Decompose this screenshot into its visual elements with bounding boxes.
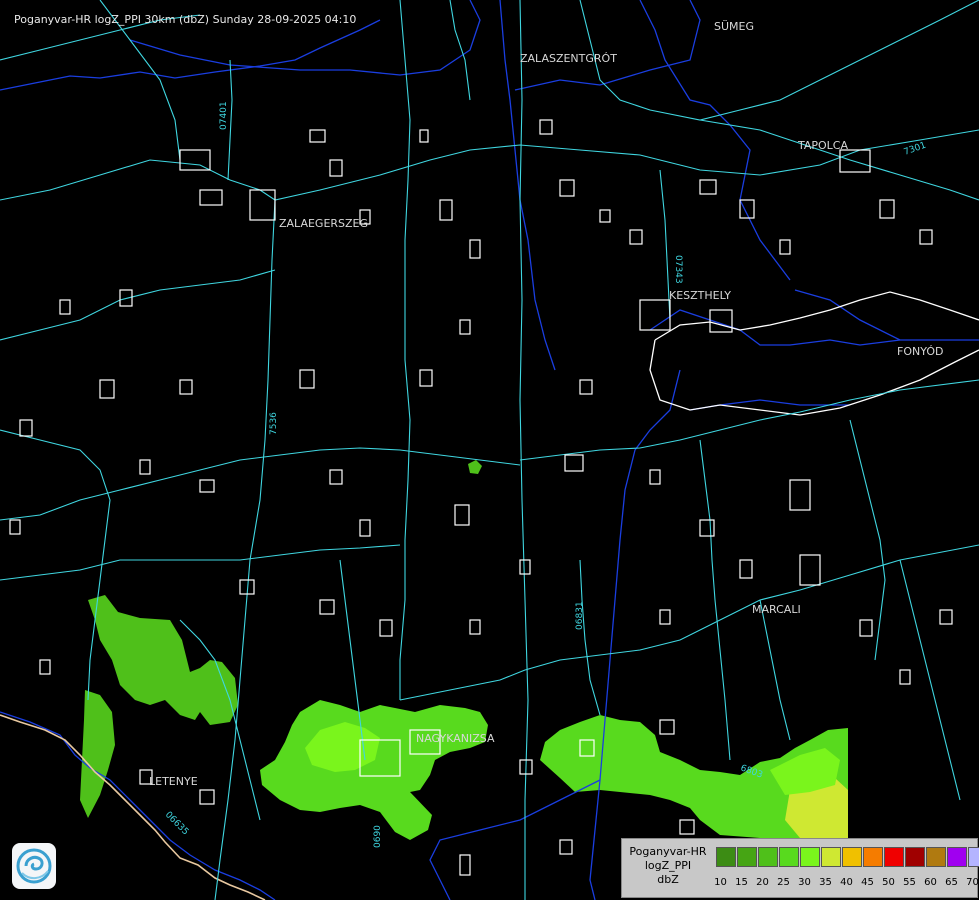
city-label-zalaszentgrot: ZALASZENTGRÓT	[520, 52, 617, 65]
legend-title-line3: dbZ	[657, 873, 679, 886]
svg-text:7301: 7301	[903, 141, 928, 158]
legend-tick-10: 10	[714, 877, 727, 888]
legend-tick-65: 65	[945, 877, 958, 888]
city-label-zalaegerszeg: ZALAEGERSZEG	[279, 217, 369, 230]
city-label-fonyod: FONYÓD	[897, 345, 944, 358]
svg-text:07401: 07401	[219, 101, 229, 130]
legend-tick-35: 35	[819, 877, 832, 888]
city-label-sumeg: SÜMEG	[714, 20, 754, 33]
road-numbers: 07401 7536 07343 06831 0690 06635 6803 7…	[163, 101, 928, 848]
legend-tick-55: 55	[903, 877, 916, 888]
legend-swatch-50	[884, 847, 904, 867]
legend-tick-60: 60	[924, 877, 937, 888]
city-label-marcali: MARCALI	[752, 603, 801, 616]
legend-swatch-40	[842, 847, 862, 867]
radar-map-view: 07401 7536 07343 06831 0690 06635 6803 7…	[0, 0, 979, 900]
city-label-nagykanizsa: NAGYKANIZSA	[416, 732, 495, 745]
city-label-letenye: LETENYE	[149, 775, 198, 788]
legend-swatch-25	[779, 847, 799, 867]
echo-southwest	[80, 690, 115, 818]
legend-swatch-15	[737, 847, 757, 867]
map-title: Poganyvar-HR logZ_PPI 30km (dbZ) Sunday …	[14, 13, 357, 26]
logo-icon	[12, 843, 56, 889]
legend-swatch-35	[821, 847, 841, 867]
legend-swatch-10	[716, 847, 736, 867]
svg-text:07343: 07343	[673, 255, 683, 284]
echo-small	[468, 460, 482, 474]
city-label-tapolca: TAPOLCA	[798, 139, 849, 152]
dbz-legend: Poganyvar-HR logZ_PPI dbZ 10 15 20 25 30 35 40…	[621, 838, 979, 898]
svg-text:06831: 06831	[575, 601, 585, 630]
legend-tick-70: 70	[966, 877, 979, 888]
legend-tick-20: 20	[756, 877, 769, 888]
legend-swatch-70	[968, 847, 979, 867]
svg-text:06635: 06635	[163, 810, 190, 837]
legend-tick-30: 30	[798, 877, 811, 888]
legend-swatch-55	[905, 847, 925, 867]
radar-map: 07401 7536 07343 06831 0690 06635 6803 7…	[0, 0, 979, 900]
legend-tick-45: 45	[861, 877, 874, 888]
legend-tick-25: 25	[777, 877, 790, 888]
legend-swatch-20	[758, 847, 778, 867]
legend-swatch-45	[863, 847, 883, 867]
legend-tick-15: 15	[735, 877, 748, 888]
legend-ticks: 10 15 20 25 30 35 40 45 50 55 60 65 70	[710, 877, 979, 888]
legend-title: Poganyvar-HR logZ_PPI dbZ	[624, 845, 712, 887]
city-label-keszthely: KESZTHELY	[669, 289, 732, 302]
echo-nagykanizsa	[260, 700, 488, 840]
legend-swatch-30	[800, 847, 820, 867]
legend-tick-50: 50	[882, 877, 895, 888]
legend-swatches	[716, 847, 979, 869]
legend-swatch-65	[947, 847, 967, 867]
svg-text:0690: 0690	[373, 825, 383, 848]
legend-tick-40: 40	[840, 877, 853, 888]
legend-title-line2: logZ_PPI	[644, 859, 692, 872]
svg-text:7536: 7536	[269, 412, 279, 435]
legend-swatch-60	[926, 847, 946, 867]
legend-title-line1: Poganyvar-HR	[629, 845, 707, 858]
